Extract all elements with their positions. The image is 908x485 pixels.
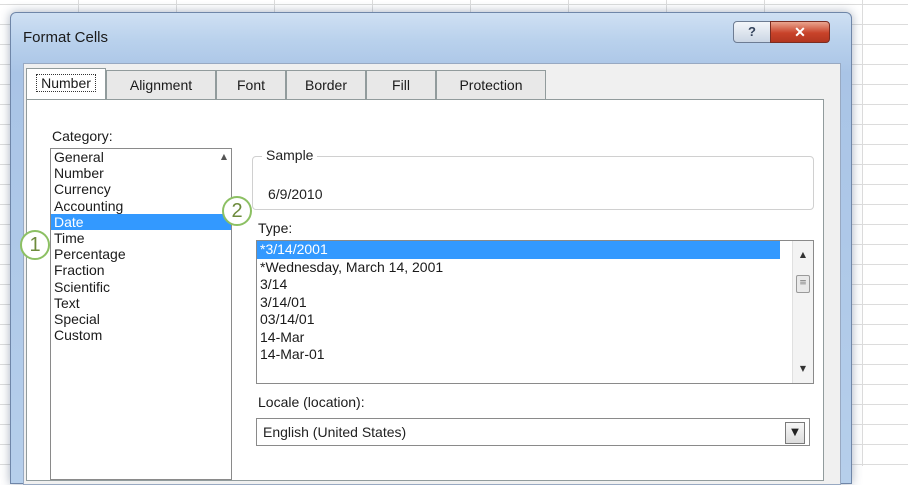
tab-border[interactable]: Border: [286, 70, 366, 99]
locale-dropdown[interactable]: English (United States) ▼: [256, 418, 810, 446]
category-item-currency[interactable]: Currency: [51, 181, 231, 197]
tab-fill[interactable]: Fill: [366, 70, 436, 99]
sample-label: Sample: [262, 147, 318, 163]
close-button[interactable]: ✕: [770, 21, 830, 43]
category-item-general[interactable]: General: [51, 149, 231, 165]
tab-number[interactable]: Number: [26, 68, 106, 99]
type-item[interactable]: 03/14/01: [257, 311, 813, 329]
dialog-title: Format Cells: [23, 29, 109, 46]
sample-group: [252, 156, 814, 210]
callout-one: 1: [20, 230, 50, 260]
close-icon: ✕: [794, 24, 806, 40]
question-icon: ?: [748, 24, 756, 39]
category-item-date[interactable]: Date: [51, 213, 231, 230]
scroll-down-icon[interactable]: ▼: [795, 361, 811, 377]
category-item-scientific[interactable]: Scientific: [51, 279, 231, 295]
category-item-percentage[interactable]: Percentage: [51, 246, 231, 262]
scroll-up-icon[interactable]: ▲: [217, 149, 231, 165]
type-item[interactable]: 14-Mar-01: [257, 346, 813, 364]
type-scrollbar[interactable]: ▲ ≡ ▼: [792, 241, 813, 383]
category-item-accounting[interactable]: Accounting: [51, 198, 231, 214]
locale-value: English (United States): [263, 424, 407, 440]
type-item[interactable]: 3/14: [257, 276, 813, 294]
locale-label: Locale (location):: [258, 394, 365, 410]
sample-value: 6/9/2010: [268, 186, 323, 202]
tab-protection[interactable]: Protection: [436, 70, 546, 99]
type-label: Type:: [258, 220, 293, 236]
callout-two: 2: [222, 196, 252, 226]
type-item[interactable]: 3/14/01: [257, 294, 813, 312]
category-label: Category:: [52, 128, 113, 144]
tab-font[interactable]: Font: [216, 70, 286, 99]
category-item-fraction[interactable]: Fraction: [51, 262, 231, 278]
category-item-custom[interactable]: Custom: [51, 327, 231, 343]
scroll-thumb[interactable]: ≡: [796, 275, 810, 293]
type-item[interactable]: *3/14/2001: [257, 241, 780, 259]
help-button[interactable]: ?: [733, 21, 771, 43]
scroll-up-icon[interactable]: ▲: [795, 247, 811, 263]
type-list[interactable]: *3/14/2001 *Wednesday, March 14, 2001 3/…: [256, 240, 814, 384]
type-item[interactable]: 14-Mar: [257, 329, 813, 347]
category-item-time[interactable]: Time: [51, 230, 231, 246]
chevron-down-icon[interactable]: ▼: [785, 422, 805, 444]
category-item-number[interactable]: Number: [51, 165, 231, 181]
tab-alignment[interactable]: Alignment: [106, 70, 216, 99]
title-bar: Format Cells ? ✕: [11, 13, 851, 63]
type-item[interactable]: *Wednesday, March 14, 2001: [257, 259, 813, 277]
category-list[interactable]: General Number Currency Accounting Date …: [50, 148, 232, 480]
category-item-special[interactable]: Special: [51, 311, 231, 327]
category-item-text[interactable]: Text: [51, 295, 231, 311]
